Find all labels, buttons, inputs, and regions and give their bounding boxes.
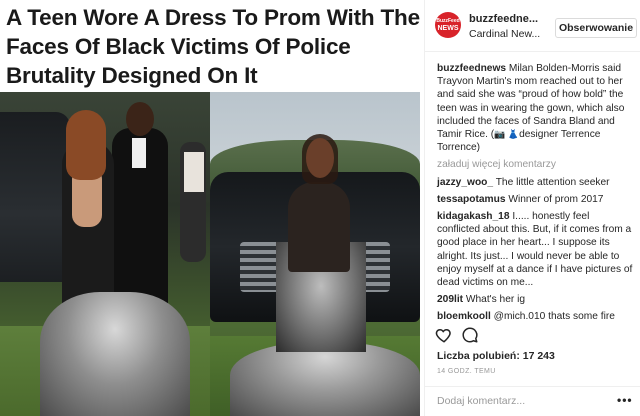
add-comment-row: ••• — [425, 386, 640, 416]
girl-hair — [66, 110, 106, 180]
post-photo-collage — [0, 92, 420, 416]
girl-lace-top — [288, 182, 350, 272]
background-person-shirt — [184, 152, 204, 192]
post-timestamp: 14 GODZ. TEMU — [437, 368, 496, 375]
comment-item: tessapotamus Winner of prom 2017 — [437, 193, 635, 206]
avatar-logo-text: BuzzFeed — [436, 18, 460, 24]
post-actions — [435, 326, 495, 344]
load-more-comments-link[interactable]: załaduj więcej komentarzy — [437, 158, 635, 171]
post-location[interactable]: Cardinal New... — [469, 28, 540, 40]
comment-username[interactable]: kidagakash_18 — [437, 211, 510, 222]
man-head — [126, 102, 154, 136]
more-options-icon[interactable]: ••• — [617, 393, 633, 407]
comment-item: jazzy_woo_ The little attention seeker — [437, 176, 635, 189]
prom-photo-right — [210, 92, 420, 416]
girl-head — [306, 138, 334, 178]
post-username[interactable]: buzzfeedne... — [469, 13, 538, 25]
article-headline: A Teen Wore A Dress To Prom With The Fac… — [6, 5, 420, 88]
comments-section: buzzfeednews Milan Bolden-Morris said Tr… — [437, 62, 635, 328]
car-silhouette — [0, 112, 70, 282]
comment-username[interactable]: 209lit — [437, 294, 463, 305]
add-comment-input[interactable] — [437, 395, 607, 407]
gown-skirt-left — [40, 292, 190, 416]
like-count[interactable]: Liczba polubień: 17 243 — [437, 350, 555, 362]
camera-dress-emoji: 📷 👗 — [494, 129, 520, 140]
instagram-post-panel: BuzzFeed NEWS buzzfeedne... Cardinal New… — [424, 0, 640, 416]
following-button[interactable]: Obserwowanie — [555, 18, 637, 38]
post-header: BuzzFeed NEWS buzzfeedne... Cardinal New… — [425, 0, 640, 52]
caption-username[interactable]: buzzfeednews — [437, 63, 506, 74]
comment-username[interactable]: bloemkooll — [437, 311, 491, 322]
comment-username[interactable]: jazzy_woo_ — [437, 177, 493, 188]
comment-item: 209lit What's her ig — [437, 293, 635, 306]
comment-icon[interactable] — [461, 326, 479, 344]
heart-icon[interactable] — [435, 326, 453, 344]
comment-item: bloemkooll @mich.010 thats some fire — [437, 310, 635, 323]
post-caption: buzzfeednews Milan Bolden-Morris said Tr… — [437, 62, 635, 154]
avatar[interactable]: BuzzFeed NEWS — [435, 12, 461, 38]
comment-username[interactable]: tessapotamus — [437, 194, 506, 205]
comment-text: I..... honestly feel conflicted about th… — [437, 211, 633, 289]
comment-text: @mich.010 thats some fire — [490, 311, 615, 323]
man-shirt — [132, 138, 146, 168]
prom-photo-left — [0, 92, 210, 416]
gown-train — [230, 342, 420, 416]
comment-text: The little attention seeker — [493, 176, 610, 188]
comment-text: Winner of prom 2017 — [505, 193, 604, 205]
avatar-logo-text: NEWS — [437, 25, 459, 32]
comment-item: kidagakash_18 I..... honestly feel confl… — [437, 210, 635, 289]
comment-text: What's her ig — [463, 294, 526, 306]
